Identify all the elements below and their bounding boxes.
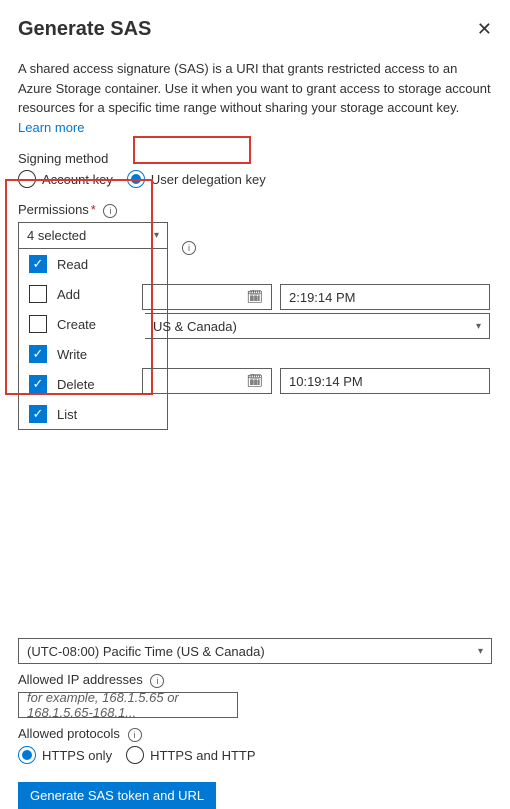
checkbox-icon: ✓: [29, 345, 47, 363]
generate-sas-button[interactable]: Generate SAS token and URL: [18, 782, 216, 809]
expiry-timezone-field[interactable]: (UTC-08:00) Pacific Time (US & Canada) ▾: [18, 638, 492, 664]
permissions-list: ✓Read Add Create ✓Write ✓Delete ✓List: [19, 249, 167, 429]
checkbox-icon: ✓: [29, 405, 47, 423]
expiry-date-field[interactable]: 🗓: [142, 368, 272, 394]
description-text: A shared access signature (SAS) is a URI…: [18, 59, 492, 137]
info-icon[interactable]: i: [103, 204, 117, 218]
calendar-icon: 🗓: [246, 289, 263, 305]
close-icon[interactable]: ✕: [477, 19, 492, 40]
checkbox-icon: [29, 315, 47, 333]
allowed-ip-input[interactable]: for example, 168.1.5.65 or 168.1.5.65-16…: [18, 692, 238, 718]
page-title: Generate SAS: [18, 18, 151, 41]
start-time-field[interactable]: 2:19:14 PM: [280, 284, 490, 310]
chevron-down-icon: ▾: [154, 230, 159, 241]
checkbox-icon: [29, 285, 47, 303]
radio-icon: [127, 170, 145, 188]
radio-https-only[interactable]: HTTPS only: [18, 746, 112, 764]
info-icon[interactable]: i: [182, 241, 196, 255]
info-icon[interactable]: i: [150, 674, 164, 688]
expiry-time-field[interactable]: 10:19:14 PM: [280, 368, 490, 394]
info-icon[interactable]: i: [128, 728, 142, 742]
permissions-summary: 4 selected: [27, 228, 86, 243]
start-timezone-field[interactable]: US & Canada) ▾: [145, 313, 490, 339]
learn-more-link[interactable]: Learn more: [18, 120, 84, 135]
calendar-icon: 🗓: [246, 373, 263, 389]
signing-method-label: Signing method: [18, 151, 492, 166]
radio-user-delegation-key[interactable]: User delegation key: [127, 170, 266, 188]
perm-option-list[interactable]: ✓List: [19, 399, 167, 429]
required-asterisk: *: [91, 202, 96, 217]
radio-account-key[interactable]: Account key: [18, 170, 113, 188]
radio-icon: [18, 170, 36, 188]
perm-option-write[interactable]: ✓Write: [19, 339, 167, 369]
chevron-down-icon: ▾: [478, 646, 483, 657]
chevron-down-icon: ▾: [476, 321, 481, 332]
radio-icon: [18, 746, 36, 764]
radio-https-and-http[interactable]: HTTPS and HTTP: [126, 746, 255, 764]
permissions-label: Permissions* i: [18, 202, 492, 218]
allowed-ip-label: Allowed IP addresses i: [18, 672, 492, 688]
perm-option-read[interactable]: ✓Read: [19, 249, 167, 279]
checkbox-icon: ✓: [29, 255, 47, 273]
start-date-field[interactable]: 🗓: [142, 284, 272, 310]
checkbox-icon: ✓: [29, 375, 47, 393]
radio-icon: [126, 746, 144, 764]
allowed-protocols-label: Allowed protocols i: [18, 726, 492, 742]
